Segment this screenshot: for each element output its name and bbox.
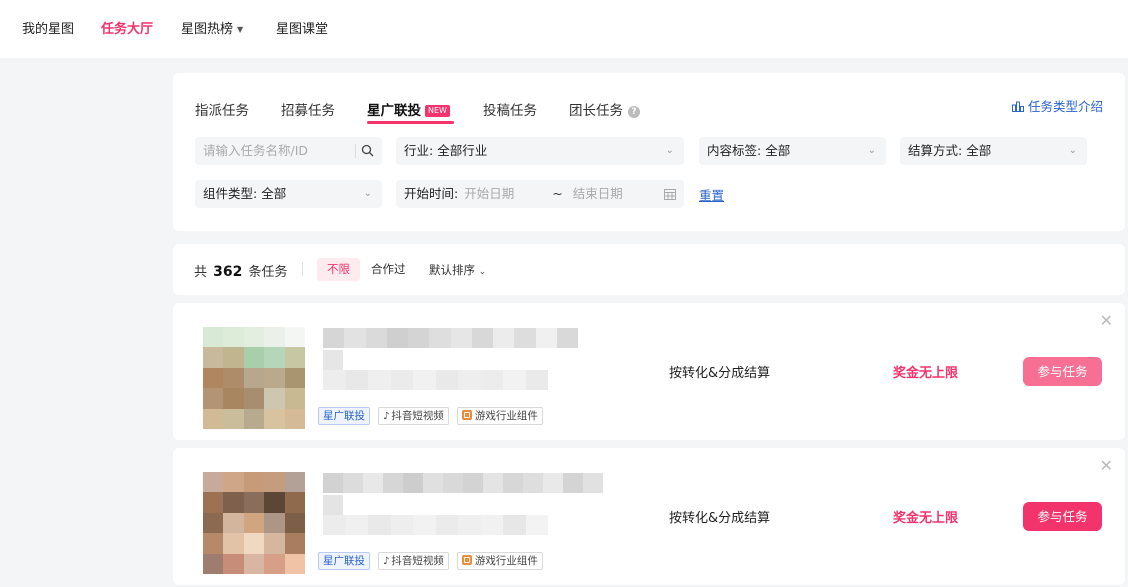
tab-assign[interactable]: 指派任务 — [195, 99, 249, 119]
task-card[interactable]: 星广联投 ♪ 抖音短视频 游戏行业组件 按转化&分成结算 奖金无上限 参与任务 ✕ — [173, 448, 1125, 585]
task-thumbnail — [203, 327, 305, 429]
chevron-down-icon: ⌄ — [1068, 145, 1077, 156]
total-suffix: 条任务 — [248, 265, 288, 280]
results-summary-bar: 共 362 条任务 不限 合作过 默认排序 ⌄ — [173, 244, 1125, 295]
task-type-intro-label: 任务类型介绍 — [1027, 99, 1103, 114]
settlement-method: 按转化&分成结算 — [669, 511, 771, 526]
sort-dropdown[interactable]: 默认排序 ⌄ — [429, 262, 486, 278]
tag-game-label: 游戏行业组件 — [474, 555, 538, 567]
reset-link[interactable]: 重置 — [699, 185, 724, 204]
chevron-down-icon: ⌄ — [867, 145, 876, 156]
bar-chart-icon — [1011, 101, 1024, 112]
industry-label: 行业: — [404, 143, 434, 158]
content-tag-value: 全部 — [765, 143, 791, 158]
tag-xingguang: 星广联投 — [318, 552, 370, 570]
tab-recruit[interactable]: 招募任务 — [281, 99, 335, 119]
search-divider — [355, 144, 356, 158]
nav-my-xingtu[interactable]: 我的星图 — [22, 18, 74, 37]
date-range-picker[interactable]: 开始时间: 开始日期 ~ 结束日期 — [396, 180, 684, 208]
total-count: 共 362 条任务 — [194, 261, 288, 280]
reward-text: 奖金无上限 — [893, 366, 959, 381]
tag-douyin-label: 抖音短视频 — [391, 410, 444, 422]
component-type-value: 全部 — [261, 186, 287, 201]
calendar-icon — [664, 189, 676, 200]
settlement-select[interactable]: 结算方式: 全部 ⌄ — [900, 137, 1087, 165]
total-number: 362 — [213, 264, 243, 280]
task-card[interactable]: 星广联投 ♪ 抖音短视频 游戏行业组件 按转化&分成结算 奖金无上限 参与任务 ✕ — [173, 303, 1125, 440]
task-title-blurred — [323, 328, 578, 348]
task-title-blurred-2 — [323, 495, 343, 515]
nav-task-hall[interactable]: 任务大厅 — [101, 18, 153, 37]
tab-xingguang-label: 星广联投 — [367, 103, 421, 119]
task-title-blurred-2 — [323, 350, 343, 370]
filter-chip-unlimited[interactable]: 不限 — [317, 258, 360, 281]
task-title-blurred — [323, 473, 603, 493]
component-icon — [461, 410, 472, 420]
task-title-blurred-3 — [323, 370, 548, 390]
tab-leader[interactable]: 团长任务? — [569, 99, 640, 119]
component-icon — [461, 555, 472, 565]
nav-hot-list[interactable]: 星图热榜 ▼ — [181, 18, 243, 37]
task-type-intro-link[interactable]: 任务类型介绍 — [1011, 96, 1103, 115]
tag-game-component: 游戏行业组件 — [456, 552, 543, 570]
settlement-label: 结算方式: — [908, 143, 963, 158]
caret-down-icon: ▼ — [237, 25, 244, 34]
nav-classroom[interactable]: 星图课堂 — [276, 18, 328, 37]
settlement-method: 按转化&分成结算 — [669, 366, 771, 381]
tag-douyin-label: 抖音短视频 — [391, 555, 444, 567]
close-icon[interactable]: ✕ — [1100, 313, 1113, 329]
tag-douyin-video: ♪ 抖音短视频 — [378, 552, 449, 570]
reward-text: 奖金无上限 — [893, 511, 959, 526]
top-nav: 我的星图 任务大厅 星图热榜 ▼ 星图课堂 — [0, 0, 1128, 58]
tag-xingguang: 星广联投 — [318, 407, 370, 425]
tab-leader-label: 团长任务 — [569, 103, 623, 119]
sort-label: 默认排序 — [429, 263, 475, 277]
tab-xingguang[interactable]: 星广联投 NEW — [367, 99, 450, 119]
tab-submission[interactable]: 投稿任务 — [483, 99, 537, 119]
start-date-placeholder[interactable]: 开始日期 — [464, 186, 514, 201]
industry-value: 全部行业 — [437, 143, 488, 158]
filter-panel: 指派任务 招募任务 星广联投 NEW 投稿任务 团长任务? 任务类型介绍 请输入任… — [173, 73, 1125, 231]
join-task-button[interactable]: 参与任务 — [1023, 357, 1102, 386]
component-type-select[interactable]: 组件类型: 全部 ⌄ — [195, 180, 382, 208]
filter-chip-cooperated[interactable]: 合作过 — [361, 258, 416, 281]
active-tab-underline — [367, 121, 454, 124]
total-prefix: 共 — [194, 265, 208, 280]
chevron-down-icon: ⌄ — [363, 188, 372, 199]
tag-douyin-video: ♪ 抖音短视频 — [378, 407, 449, 425]
task-title-blurred-3 — [323, 515, 548, 535]
nav-hot-list-label: 星图热榜 — [181, 22, 234, 37]
content-tag-label: 内容标签: — [707, 143, 762, 158]
search-icon[interactable] — [361, 144, 374, 157]
close-icon[interactable]: ✕ — [1100, 458, 1113, 474]
tiktok-icon: ♪ — [383, 411, 390, 422]
tag-game-label: 游戏行业组件 — [474, 410, 538, 422]
search-field[interactable]: 请输入任务名称/ID — [195, 137, 382, 165]
task-tags: 星广联投 ♪ 抖音短视频 游戏行业组件 — [318, 407, 543, 425]
search-placeholder: 请输入任务名称/ID — [203, 143, 309, 158]
industry-select[interactable]: 行业: 全部行业 ⌄ — [396, 137, 684, 165]
start-time-label: 开始时间: — [404, 186, 459, 201]
summary-divider — [302, 262, 303, 276]
join-task-button[interactable]: 参与任务 — [1023, 502, 1102, 531]
content-tag-select[interactable]: 内容标签: 全部 ⌄ — [699, 137, 886, 165]
help-icon[interactable]: ? — [628, 106, 640, 118]
task-tags: 星广联投 ♪ 抖音短视频 游戏行业组件 — [318, 552, 543, 570]
tiktok-icon: ♪ — [383, 556, 390, 567]
component-type-label: 组件类型: — [203, 186, 258, 201]
chevron-down-icon: ⌄ — [665, 145, 674, 156]
date-separator: ~ — [552, 186, 563, 201]
end-date-placeholder[interactable]: 结束日期 — [573, 186, 623, 201]
chevron-down-icon: ⌄ — [478, 267, 487, 277]
settlement-value: 全部 — [966, 143, 992, 158]
new-badge: NEW — [425, 105, 450, 117]
task-thumbnail — [203, 472, 305, 574]
tag-game-component: 游戏行业组件 — [456, 407, 543, 425]
